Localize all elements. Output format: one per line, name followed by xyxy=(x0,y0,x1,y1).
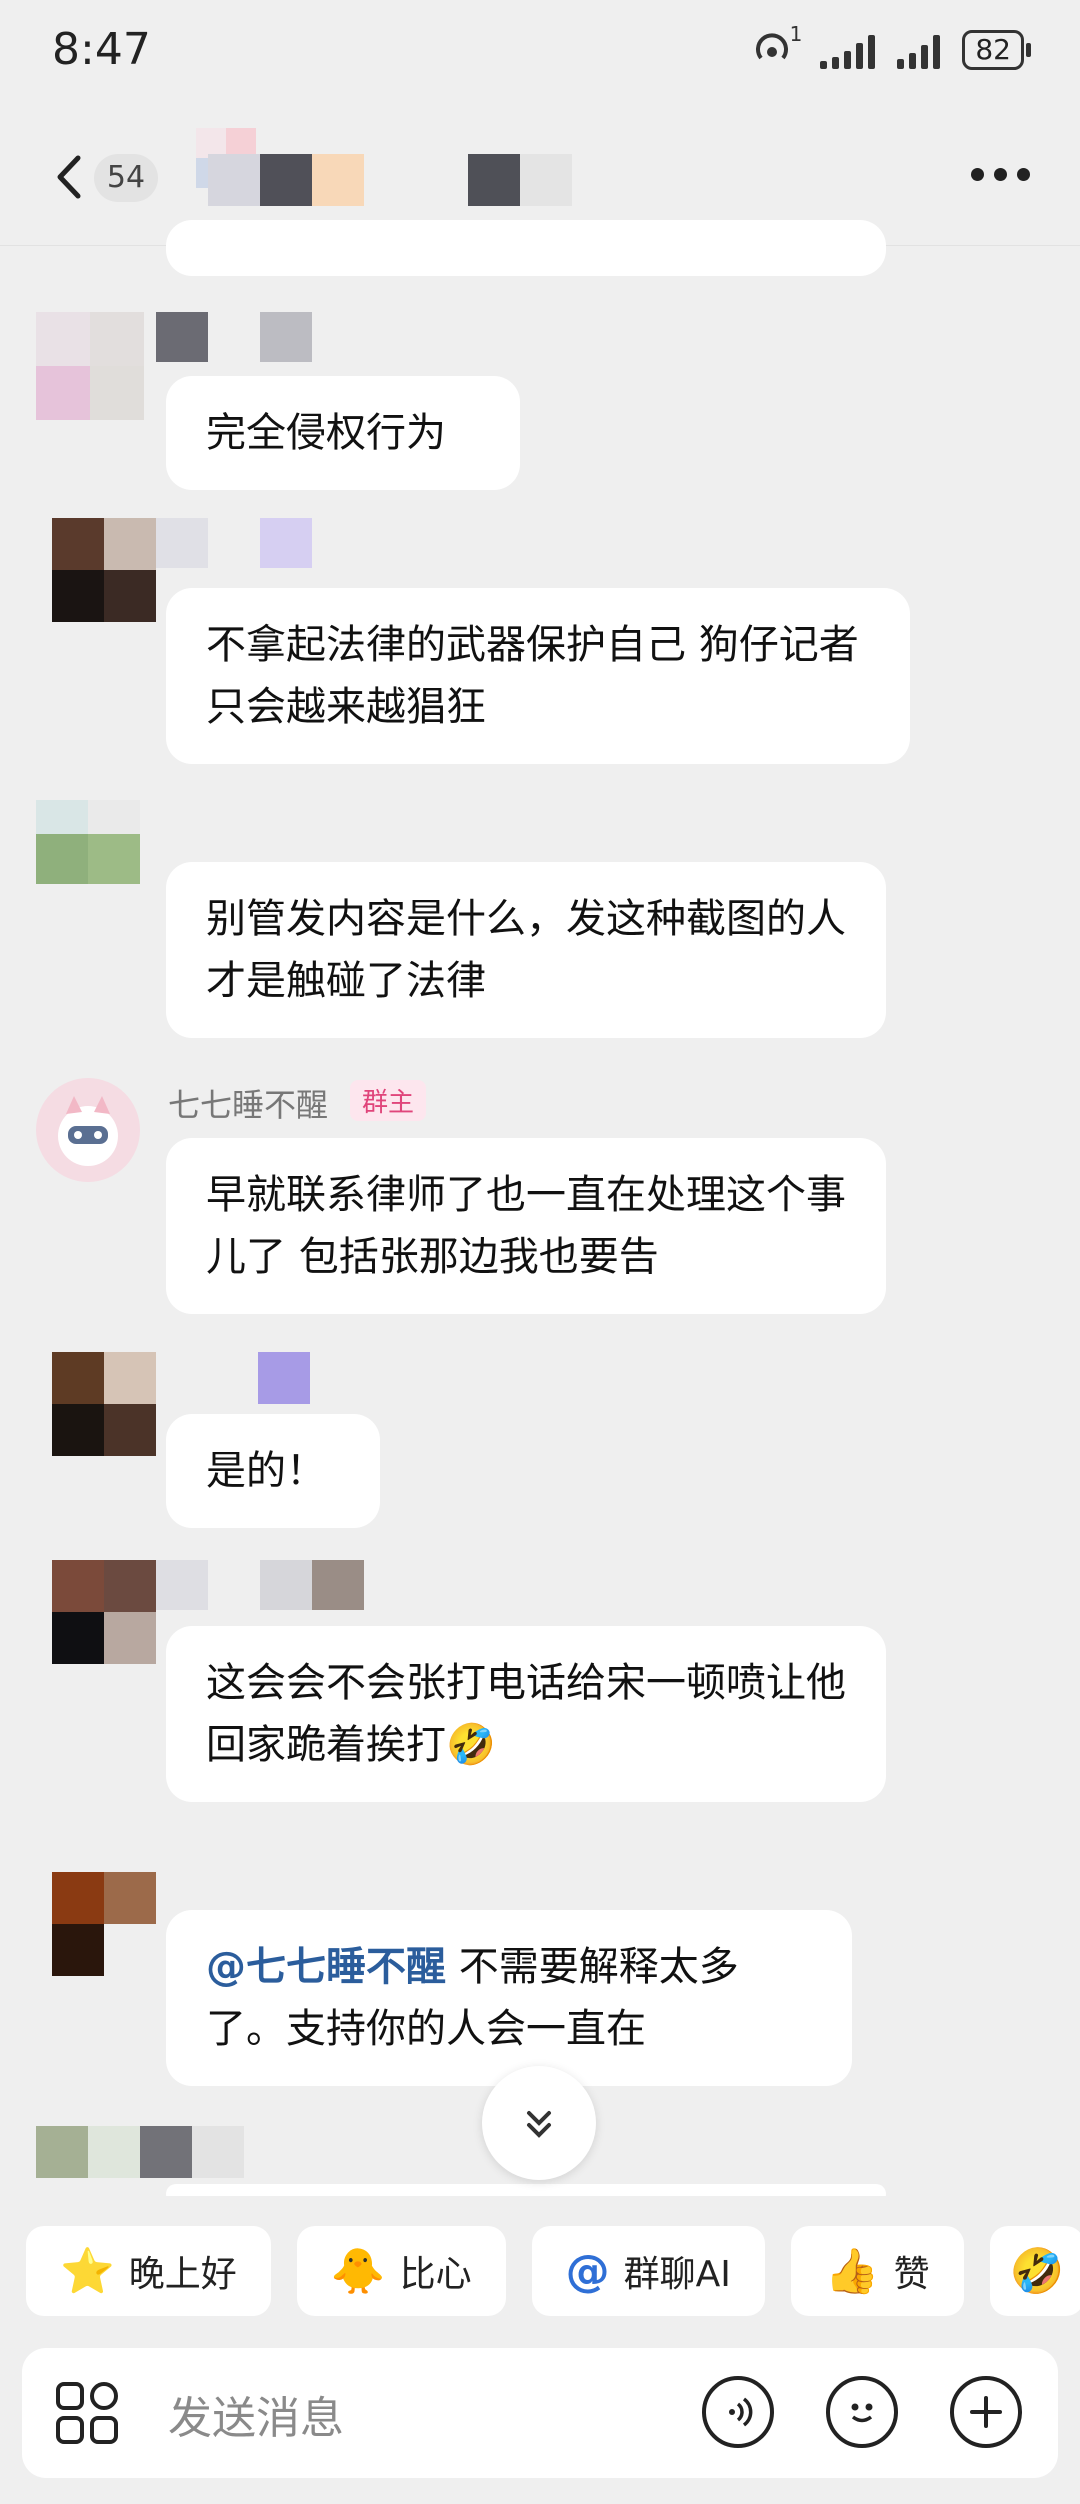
voice-icon[interactable] xyxy=(702,2376,774,2448)
rofl-emoji-icon: 🤣 xyxy=(446,1722,496,1768)
message-text: 这会会不会张打电话给宋一顿喷让他回家跪着挨打 xyxy=(206,1660,846,1768)
group-owner-badge: 群主 xyxy=(350,1080,427,1121)
status-time: 8:47 xyxy=(52,24,151,75)
message-bubble-partial xyxy=(166,220,886,276)
chip-label: 群聊AI xyxy=(623,2254,731,2295)
avatar[interactable] xyxy=(36,800,192,884)
avatar-owner[interactable] xyxy=(36,1078,140,1182)
sender-name-obscured xyxy=(156,518,312,568)
quick-reply-chip[interactable]: 👍 赞 xyxy=(790,2226,964,2316)
chip-label: 比心 xyxy=(399,2254,472,2295)
signal-icon-1 xyxy=(820,31,876,69)
message-input-bar: 发送消息 xyxy=(22,2348,1058,2478)
unread-count-badge[interactable]: 54 xyxy=(94,154,158,202)
group-title-obscured xyxy=(208,154,572,206)
message-text: 早就联系律师了也一直在处理这个事儿了 包括张那边我也要告 xyxy=(206,1172,846,1280)
avatar[interactable] xyxy=(52,518,156,622)
status-bar: 8:47 1 82 xyxy=(0,0,1080,110)
message-bubble[interactable]: 早就联系律师了也一直在处理这个事儿了 包括张那边我也要告 xyxy=(166,1138,886,1314)
sender-name: 七七睡不醒 xyxy=(168,1086,329,1124)
message-input[interactable]: 发送消息 xyxy=(168,2382,344,2446)
star-face-icon: ⭐ xyxy=(60,2246,115,2297)
quick-reply-bar: ⭐ 晚上好 🐥 比心 @ 群聊AI 👍 赞 🤣 xyxy=(26,2226,1080,2316)
message-text: 不拿起法律的武器保护自己 狗仔记者只会越来越猖狂 xyxy=(206,622,859,730)
message-text: 别管发内容是什么，发这种截图的人才是触碰了法律 xyxy=(206,896,846,1004)
mention-link[interactable]: @七七睡不醒 xyxy=(206,1944,446,1990)
sender-name-obscured xyxy=(156,1560,364,1610)
double-chevron-down-icon xyxy=(527,2111,551,2138)
avatar[interactable] xyxy=(36,312,144,420)
chip-label: 晚上好 xyxy=(128,2254,237,2295)
message-bubble[interactable]: 别管发内容是什么，发这种截图的人才是触碰了法律 xyxy=(166,862,886,1038)
back-arrow-icon[interactable] xyxy=(50,152,90,202)
sender-name-obscured xyxy=(258,1352,310,1404)
avatar[interactable] xyxy=(52,1560,156,1664)
plus-icon[interactable] xyxy=(950,2376,1022,2448)
thumbs-up-icon: 👍 xyxy=(824,2246,880,2297)
rofl-emoji-icon: 🤣 xyxy=(1009,2246,1065,2297)
battery-indicator: 82 xyxy=(962,30,1031,70)
avatar[interactable] xyxy=(36,2126,244,2178)
quick-reply-chip[interactable]: @ 群聊AI xyxy=(531,2226,765,2316)
more-options-icon[interactable] xyxy=(971,168,1030,181)
message-bubble[interactable]: 是的！ xyxy=(166,1414,380,1528)
hotspot-icon: 1 xyxy=(752,22,802,72)
heart-duck-icon: 🐥 xyxy=(330,2246,386,2297)
avatar[interactable] xyxy=(52,1352,156,1456)
message-text: 是的！ xyxy=(206,1448,326,1494)
emoji-face-icon[interactable] xyxy=(826,2376,898,2448)
at-icon: @ xyxy=(565,2245,610,2297)
sender-name-obscured xyxy=(156,312,312,362)
message-bubble[interactable]: 完全侵权行为 xyxy=(166,376,520,490)
quick-reply-chip[interactable]: 🐥 比心 xyxy=(296,2226,506,2316)
message-bubble[interactable]: 这会会不会张打电话给宋一顿喷让他回家跪着挨打🤣 xyxy=(166,1626,886,1802)
message-bubble[interactable]: @七七睡不醒 不需要解释太多了。支持你的人会一直在 xyxy=(166,1910,852,2086)
chip-label: 赞 xyxy=(893,2254,930,2295)
hotspot-count: 1 xyxy=(789,22,803,46)
message-text: 完全侵权行为 xyxy=(206,410,446,456)
quick-reply-chip[interactable]: ⭐ 晚上好 xyxy=(26,2226,271,2316)
message-bubble[interactable]: 不拿起法律的武器保护自己 狗仔记者只会越来越猖狂 xyxy=(166,588,910,764)
avatar[interactable] xyxy=(52,1872,156,1976)
quick-reply-chip-partial[interactable]: 🤣 xyxy=(989,2226,1080,2316)
scroll-down-button[interactable] xyxy=(482,2066,596,2180)
signal-icon-2 xyxy=(897,31,941,69)
apps-grid-icon[interactable] xyxy=(54,2380,120,2446)
